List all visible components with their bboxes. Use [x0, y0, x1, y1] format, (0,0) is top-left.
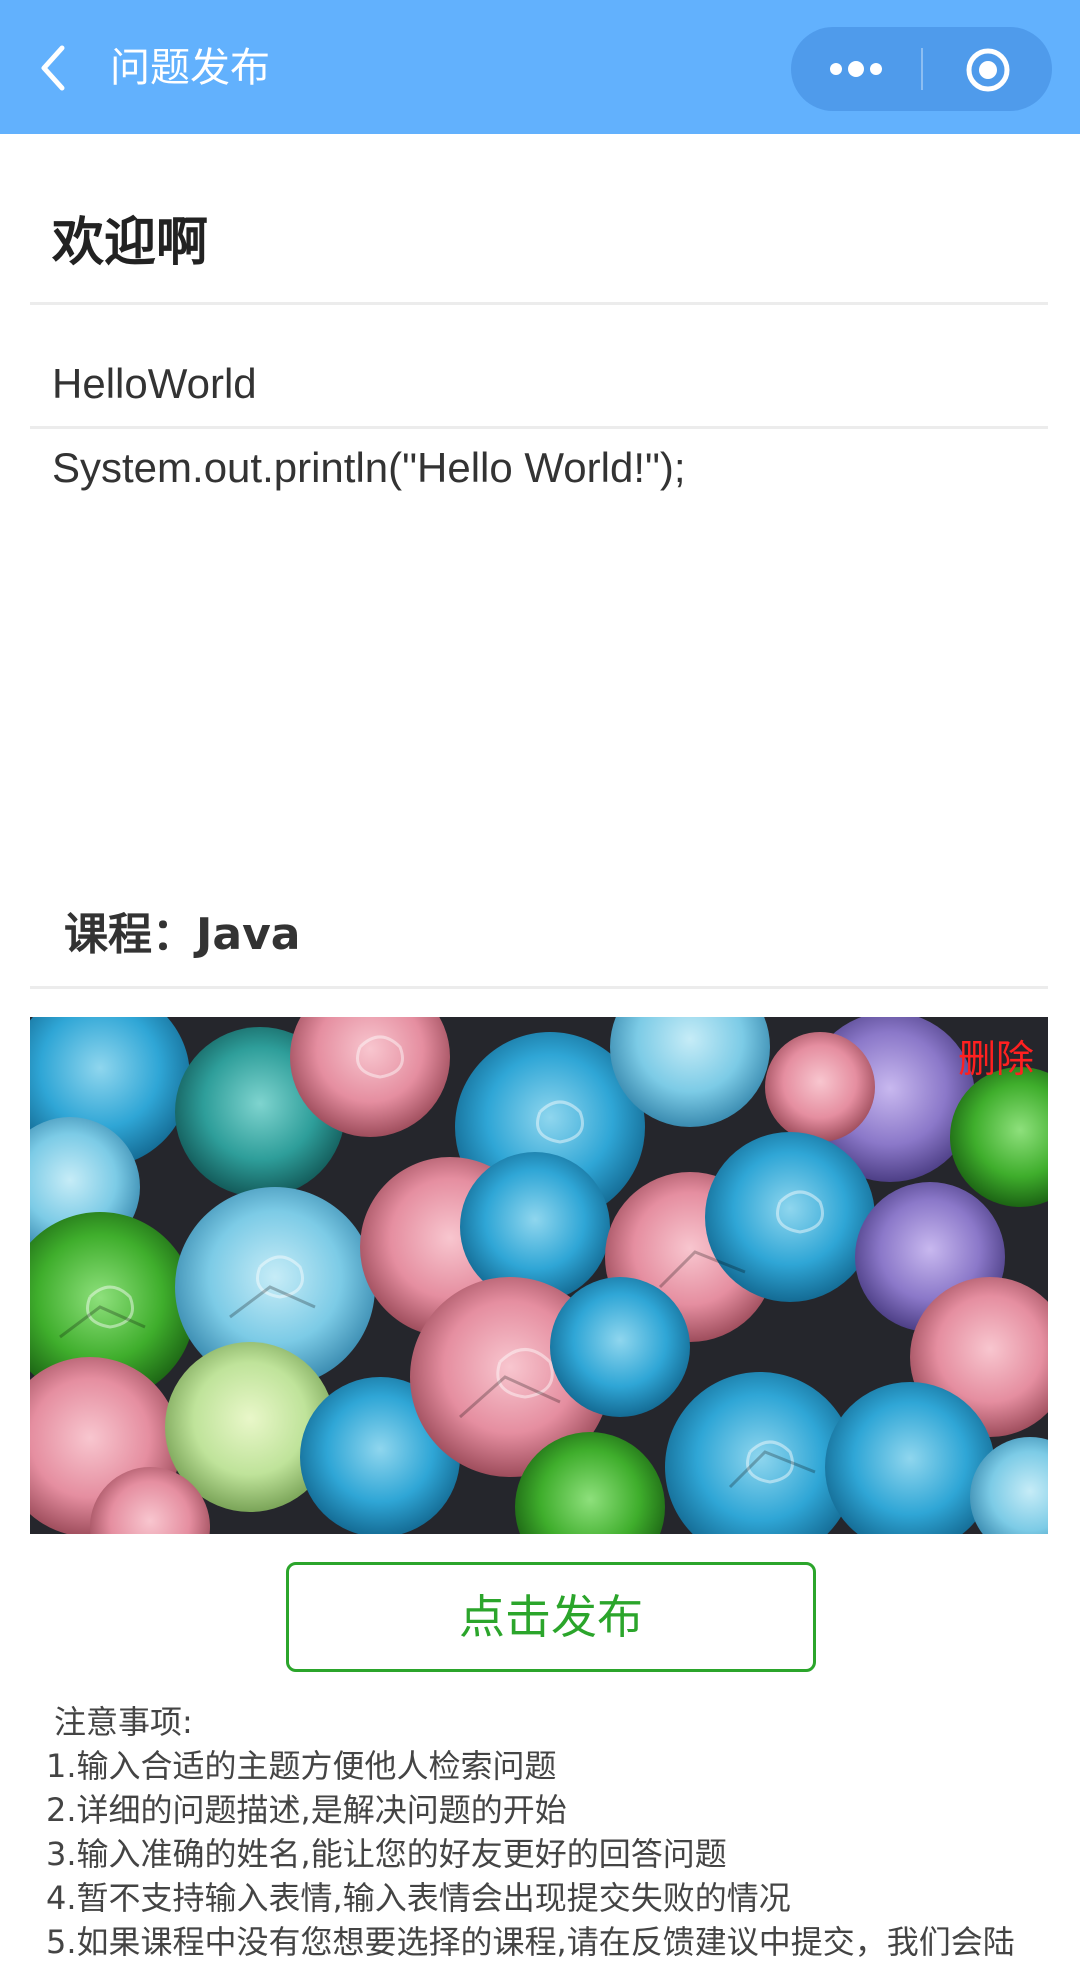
- delete-image-button[interactable]: 删除: [958, 1035, 1034, 1083]
- origami-roses-photo: [30, 1017, 1048, 1534]
- course-selector[interactable]: 课程：Java: [64, 900, 300, 970]
- navigation-bar: 问题发布: [0, 0, 1080, 134]
- uploaded-image: 删除: [30, 1017, 1048, 1534]
- notes-item: 1.输入合适的主题方便他人检索问题: [46, 1747, 557, 1785]
- course-label: 课程：: [64, 909, 196, 960]
- back-button[interactable]: [32, 38, 78, 98]
- notes-item: 2.详细的问题描述,是解决问题的开始: [46, 1791, 567, 1829]
- topic-input[interactable]: [30, 342, 1048, 426]
- menu-capsule: [791, 27, 1052, 111]
- more-dots-icon: [830, 61, 882, 77]
- divider: [30, 986, 1048, 989]
- chevron-left-icon: [41, 45, 65, 91]
- notes-item: 5.如果课程中没有您想要选择的课程,请在反馈建议中提交，我们会陆: [46, 1923, 1015, 1961]
- divider: [30, 426, 1048, 429]
- description-textarea[interactable]: System.out.println("Hello World!");: [30, 440, 1048, 860]
- notes-title: 注意事项:: [54, 1703, 193, 1741]
- divider: [30, 302, 1048, 305]
- target-circle-icon: [966, 48, 1010, 92]
- notes-item: 3.输入准确的姓名,能让您的好友更好的回答问题: [46, 1835, 727, 1873]
- more-button[interactable]: [791, 27, 921, 111]
- publish-button[interactable]: 点击发布: [286, 1562, 816, 1672]
- course-value: Java: [196, 909, 301, 960]
- page-title: 问题发布: [110, 45, 270, 91]
- notes-section: 注意事项: 1.输入合适的主题方便他人检索问题 2.详细的问题描述,是解决问题的…: [46, 1700, 1056, 1964]
- welcome-heading: 欢迎啊: [52, 213, 209, 273]
- close-miniprogram-button[interactable]: [923, 27, 1052, 111]
- notes-item: 4.暂不支持输入表情,输入表情会出现提交失败的情况: [46, 1879, 791, 1917]
